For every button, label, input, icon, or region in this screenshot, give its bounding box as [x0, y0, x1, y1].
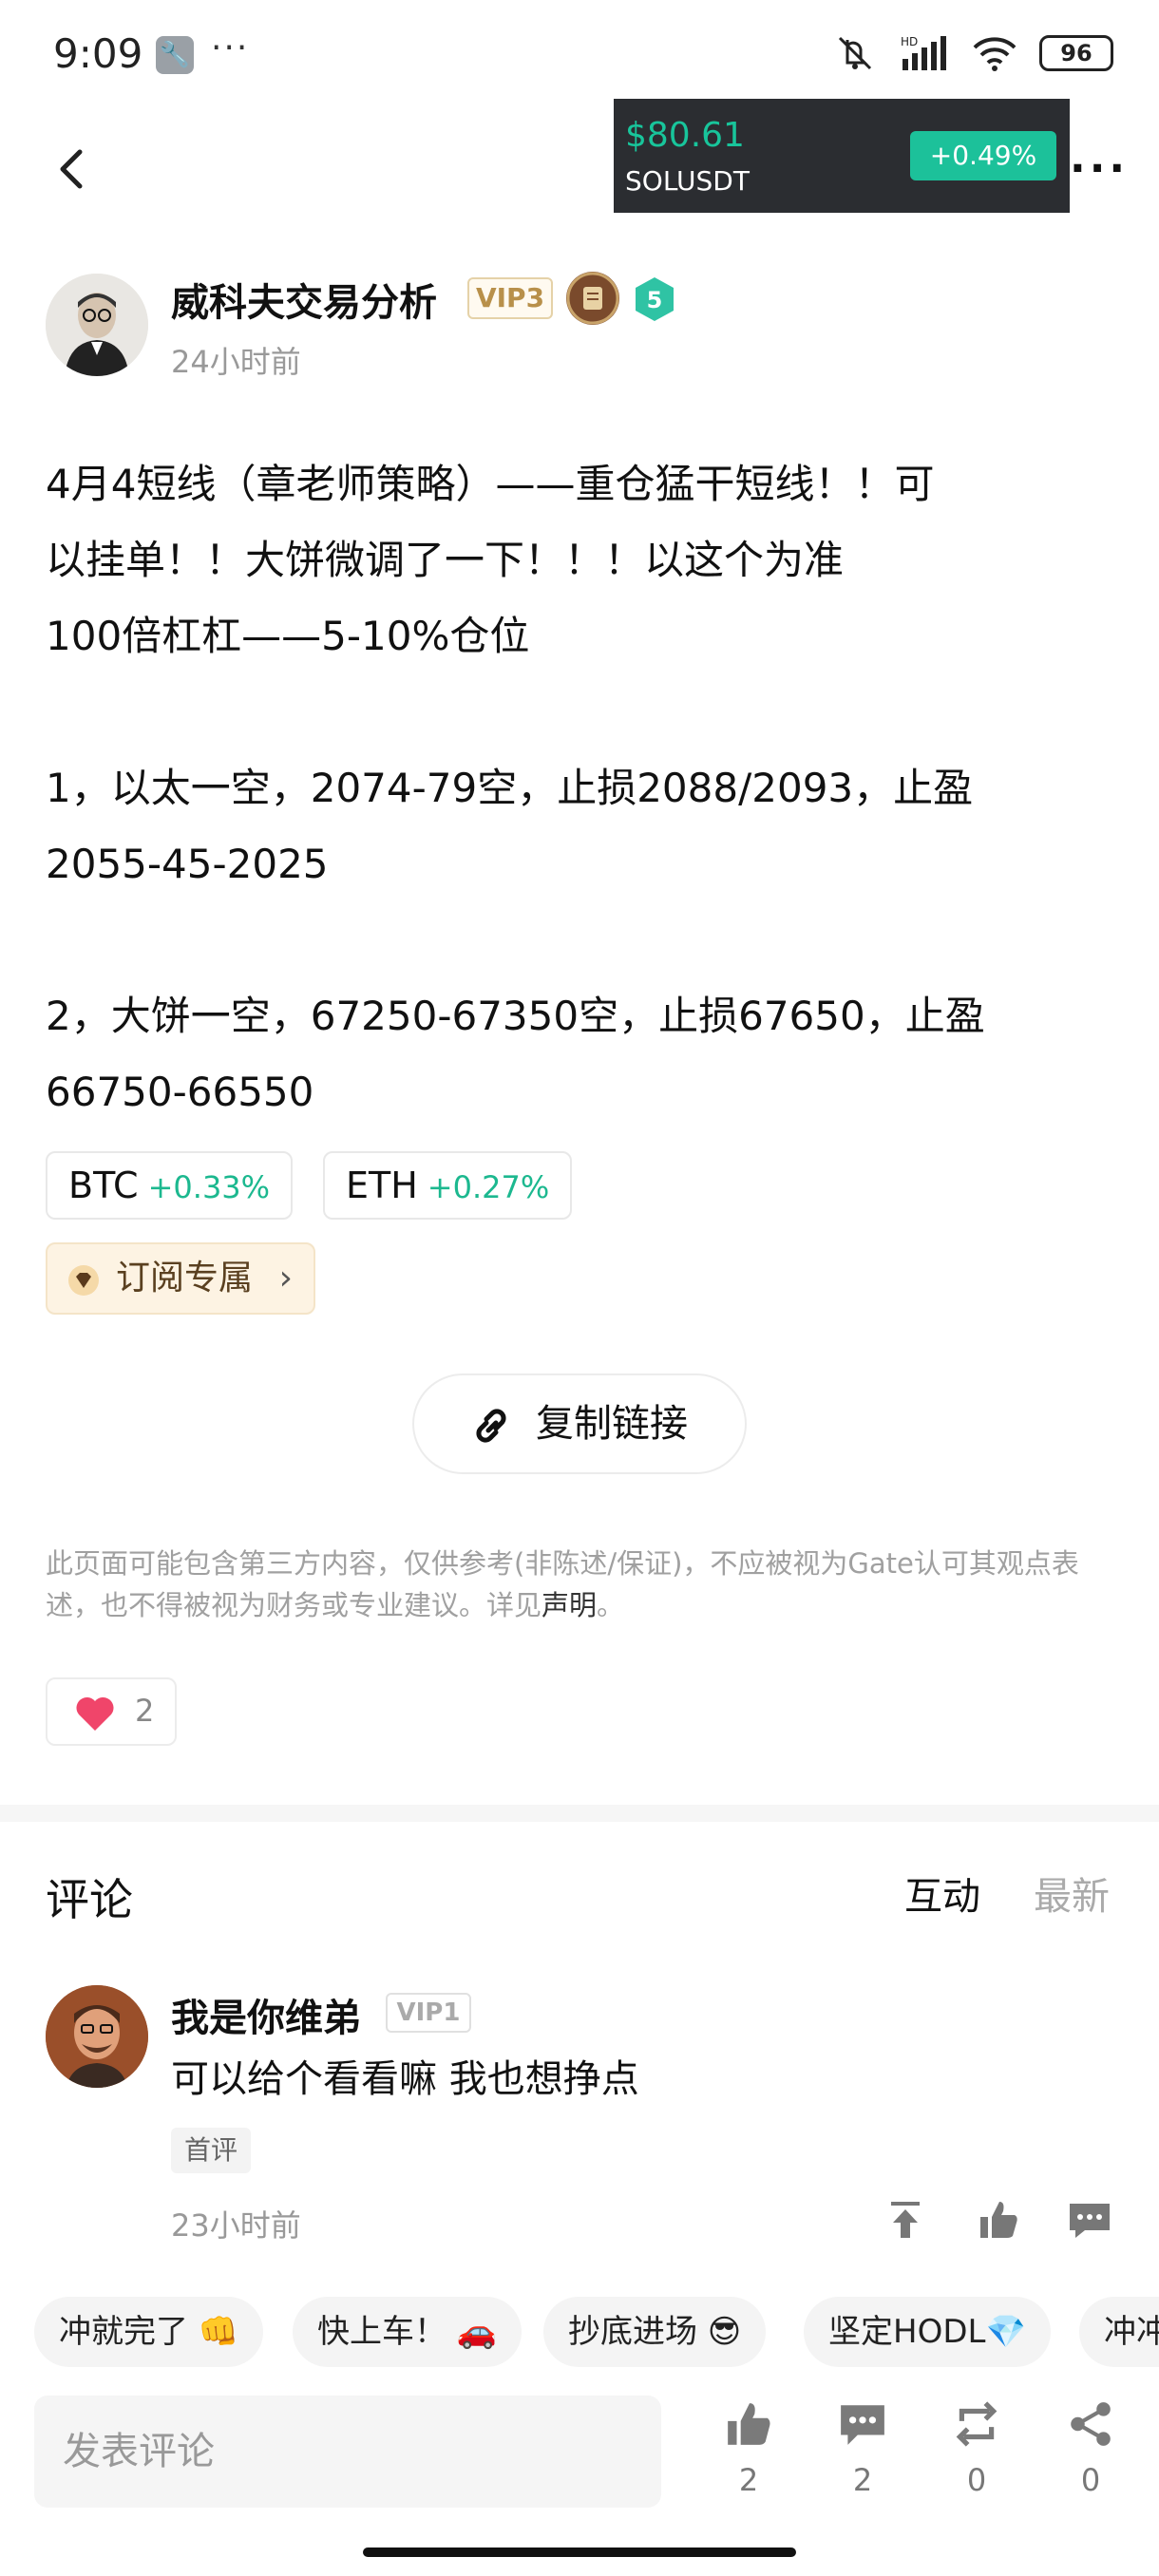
- chevron-right-icon: ›: [278, 1259, 293, 1297]
- svg-text:HD: HD: [901, 35, 918, 48]
- comment-like-button[interactable]: [975, 2196, 1022, 2244]
- tab-interaction[interactable]: 互动: [904, 1866, 980, 1921]
- chevron-left-icon: [60, 149, 83, 189]
- price-ticker[interactable]: $80.61 SOLUSDT +0.49%: [614, 99, 1070, 213]
- commenter-name[interactable]: 我是你维弟: [171, 1987, 361, 2042]
- status-time: 9:09: [53, 30, 143, 77]
- comment-input[interactable]: 发表评论: [34, 2396, 661, 2508]
- vip-badge: VIP3: [467, 277, 553, 319]
- wifi-icon: [973, 37, 1016, 71]
- pin-top-icon: [891, 2202, 920, 2238]
- signal-icon: HD: [901, 35, 946, 70]
- like-count: 2: [738, 2462, 759, 2498]
- coin-change: +0.27%: [427, 1169, 550, 1205]
- diamond-icon: [68, 1265, 99, 1296]
- post-comment-button[interactable]: 2: [825, 2399, 901, 2498]
- link-icon: [476, 1409, 506, 1443]
- home-indicator[interactable]: [363, 2548, 796, 2557]
- achievement-badge-icon: [566, 272, 619, 325]
- quick-reply-chip[interactable]: 坚定HODL💎: [804, 2297, 1051, 2367]
- ticker-change: +0.49%: [910, 131, 1056, 180]
- quick-reply-chip[interactable]: 冲冲: [1079, 2297, 1159, 2367]
- share-icon: [1071, 2402, 1111, 2446]
- share-button[interactable]: 0: [1053, 2399, 1129, 2498]
- coin-symbol: ETH: [346, 1165, 418, 1206]
- disclaimer: 此页面可能包含第三方内容，仅供参考(非陈述/保证)，不应被视为Gate认可其观点…: [46, 1543, 1119, 1626]
- commenter-avatar[interactable]: [46, 1985, 148, 2088]
- level-number: 5: [647, 287, 663, 313]
- comment-text: 可以给个看看嘛 我也想挣点: [171, 2057, 639, 2101]
- pin-top-button[interactable]: [882, 2196, 929, 2244]
- status-bar: 9:09 🔧 ··· HD 96: [0, 0, 1159, 114]
- comment-icon: [1070, 2204, 1110, 2238]
- more-options-button[interactable]: ···: [1070, 144, 1129, 193]
- repost-count: 0: [966, 2462, 987, 2498]
- repost-icon: [956, 2401, 998, 2447]
- coin-tag-btc[interactable]: BTC +0.33%: [46, 1151, 294, 1220]
- level-badge: 5: [631, 275, 678, 323]
- tab-latest[interactable]: 最新: [1034, 1866, 1110, 1921]
- repost-button[interactable]: 0: [939, 2399, 1015, 2498]
- comment-reply-button[interactable]: [1066, 2196, 1113, 2244]
- thumbs-up-icon: [980, 2202, 1017, 2238]
- battery-icon: 96: [1039, 35, 1113, 71]
- scroll-icon: [566, 272, 619, 325]
- coin-change: +0.33%: [147, 1169, 271, 1205]
- disclaimer-end: 。: [597, 1589, 625, 1621]
- quick-reply-chip[interactable]: 抄底进场 😎: [543, 2297, 767, 2367]
- like-count: 2: [135, 1693, 155, 1729]
- commenter-vip-badge: VIP1: [386, 1993, 471, 2033]
- section-divider: [0, 1805, 1159, 1822]
- copy-link-button[interactable]: 复制链接: [412, 1373, 747, 1474]
- ticker-price: $80.61: [625, 116, 745, 155]
- like-button[interactable]: 2: [46, 1677, 177, 1746]
- author-portrait: [46, 274, 148, 376]
- post-content: 4月4短线（章老师策略）——重仓猛干短线！！可 以挂单！！大饼微调了一下！！！以…: [46, 461, 985, 1115]
- author-avatar[interactable]: [46, 274, 148, 376]
- quick-reply-chip[interactable]: 快上车！ 🚗: [293, 2297, 522, 2367]
- subscribe-exclusive-button[interactable]: 订阅专属 ›: [46, 1242, 315, 1315]
- author-name[interactable]: 威科夫交易分析: [171, 272, 437, 327]
- copy-link-label: 复制链接: [536, 1402, 688, 1446]
- post-like-button[interactable]: 2: [711, 2399, 787, 2498]
- ticker-symbol: SOLUSDT: [625, 165, 750, 197]
- statement-link[interactable]: 声明: [542, 1589, 597, 1621]
- heart-icon: [76, 1696, 114, 1731]
- post-time: 24小时前: [171, 344, 301, 380]
- share-count: 0: [1080, 2462, 1101, 2498]
- coin-symbol: BTC: [68, 1165, 139, 1206]
- comment-time: 23小时前: [171, 2207, 301, 2244]
- mute-icon: [838, 36, 872, 70]
- comment-count: 2: [852, 2462, 873, 2498]
- comment-icon: [841, 2405, 884, 2445]
- commenter-portrait: [46, 1985, 148, 2088]
- notification-more-icon: ···: [211, 28, 250, 67]
- back-button[interactable]: [51, 141, 89, 198]
- thumbs-up-icon: [728, 2403, 770, 2445]
- first-comment-tag: 首评: [171, 2128, 252, 2173]
- coin-tag-eth[interactable]: ETH +0.27%: [323, 1151, 573, 1220]
- status-icons: HD 96: [832, 34, 1113, 72]
- wrench-icon: 🔧: [156, 36, 194, 74]
- quick-reply-chip[interactable]: 冲就完了 👊: [34, 2297, 264, 2367]
- comments-title: 评论: [46, 1874, 133, 1925]
- subscribe-label: 订阅专属: [116, 1259, 254, 1297]
